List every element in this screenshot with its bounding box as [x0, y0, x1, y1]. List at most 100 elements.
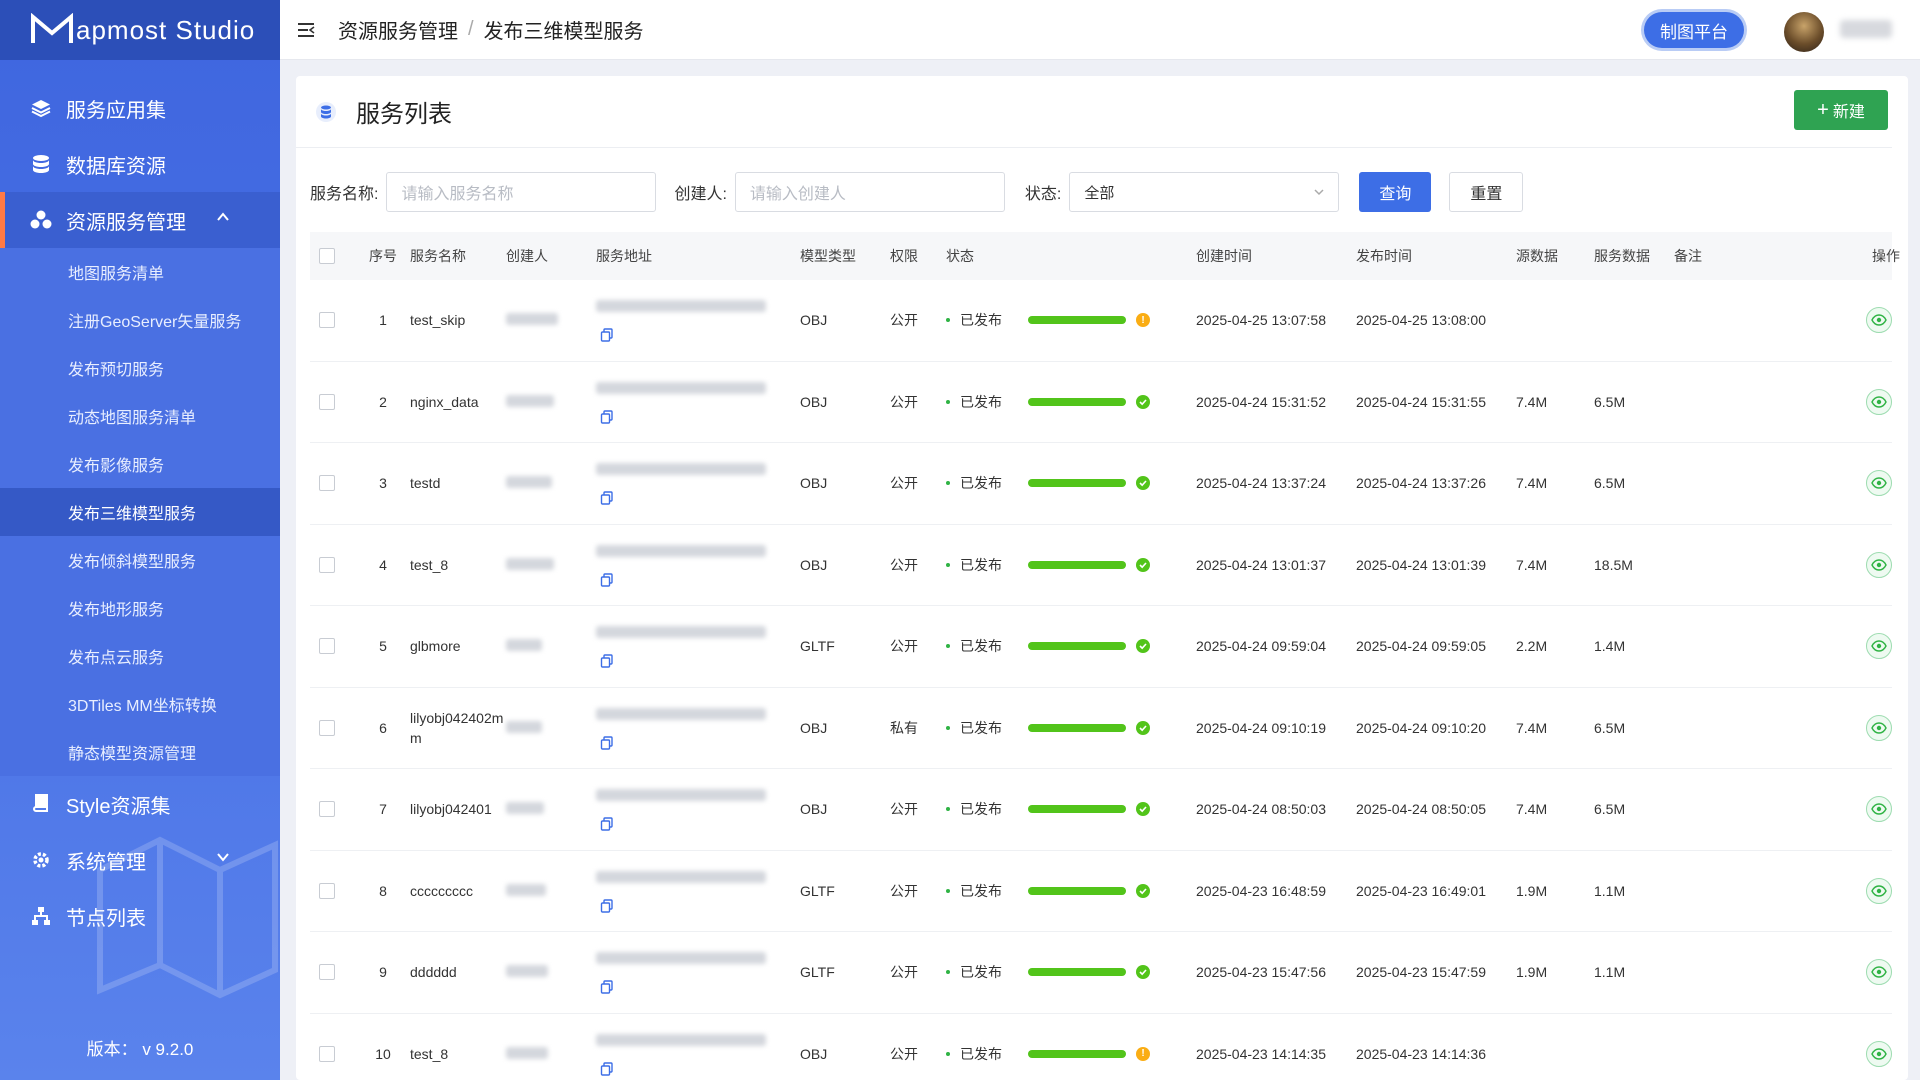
row-checkbox[interactable]: [319, 719, 335, 736]
service-name-label: 服务名称:: [310, 186, 379, 203]
sidebar-subitem[interactable]: 发布倾斜模型服务: [0, 536, 280, 584]
row-checkbox[interactable]: [319, 393, 335, 410]
row-checkbox[interactable]: [319, 312, 335, 329]
col-header-status: 状态: [946, 248, 974, 264]
row-checkbox[interactable]: [319, 882, 335, 899]
table-row[interactable]: 5 glbmore GLTF 公开 已发布 2025-04-24 09:59:0…: [310, 606, 1892, 688]
sidebar-subitem[interactable]: 注册GeoServer矢量服务: [0, 296, 280, 344]
sidebar-subitem[interactable]: 3DTiles MM坐标转换: [0, 680, 280, 728]
sidebar-item-service-apps[interactable]: 服务应用集: [0, 80, 280, 136]
sidebar-subitem[interactable]: 发布影像服务: [0, 440, 280, 488]
copy-icon[interactable]: [600, 736, 614, 750]
view-button[interactable]: [1866, 714, 1892, 741]
sitemap-icon: [30, 905, 52, 927]
cell-name: nginx_data: [410, 393, 479, 410]
row-checkbox[interactable]: [319, 475, 335, 492]
query-button[interactable]: 查询: [1359, 172, 1432, 212]
cell-source-data: 7.4M: [1516, 801, 1548, 818]
sidebar-subitem-active[interactable]: 发布三维模型服务: [0, 488, 280, 536]
view-button[interactable]: [1866, 551, 1892, 578]
reset-button[interactable]: 重置: [1449, 172, 1524, 212]
cell-name: test_8: [410, 556, 449, 573]
row-checkbox[interactable]: [319, 964, 335, 981]
row-checkbox[interactable]: [319, 1045, 335, 1062]
status-select[interactable]: 全部: [1069, 172, 1340, 212]
col-header-type: 模型类型: [800, 248, 856, 264]
book-icon: [30, 793, 52, 815]
copy-icon[interactable]: [600, 654, 614, 668]
service-name-input[interactable]: 请输入服务名称: [386, 172, 657, 212]
cell-creator: [506, 394, 596, 410]
table-row[interactable]: 2 nginx_data OBJ 公开 已发布 2025-04-24 15:31…: [310, 362, 1892, 443]
table-row[interactable]: 3 testd OBJ 公开 已发布 2025-04-24 13:37:24 2…: [310, 443, 1892, 525]
menu-fold-icon[interactable]: [296, 20, 316, 40]
cell-published-time: 2025-04-24 09:59:05: [1356, 638, 1486, 655]
sidebar-subitem[interactable]: 发布地形服务: [0, 584, 280, 632]
eye-icon: [1871, 722, 1887, 734]
eye-icon: [1871, 1048, 1887, 1060]
copy-icon[interactable]: [600, 899, 614, 913]
copy-icon[interactable]: [600, 328, 614, 342]
cell-progress: [1028, 802, 1196, 817]
copy-icon[interactable]: [600, 1062, 614, 1076]
sidebar-subitem[interactable]: 动态地图服务清单: [0, 392, 280, 440]
cell-status: 已发布: [946, 1044, 1028, 1064]
row-checkbox[interactable]: [319, 556, 335, 573]
cell-service-data: 6.5M: [1594, 719, 1626, 736]
copy-icon[interactable]: [600, 491, 614, 505]
view-button[interactable]: [1866, 796, 1892, 823]
progress-bar: [1028, 723, 1126, 732]
table-row[interactable]: 8 ccccccccc GLTF 公开 已发布 2025-04-23 16:48…: [310, 851, 1892, 932]
copy-icon[interactable]: [600, 410, 614, 424]
sidebar-subitem[interactable]: 发布预切服务: [0, 344, 280, 392]
view-button[interactable]: [1866, 633, 1892, 660]
username-blurred[interactable]: [1840, 20, 1892, 38]
copy-icon[interactable]: [600, 573, 614, 587]
table-row[interactable]: 10 test_8 OBJ 公开 已发布 ! 2025-04-23 14:14:…: [310, 1014, 1892, 1080]
copy-icon[interactable]: [600, 817, 614, 831]
creator-blurred: [506, 313, 558, 326]
creator-blurred: [506, 476, 552, 489]
table-row[interactable]: 6 lilyobj042402mm OBJ 私有 已发布 2025-04-24 …: [310, 688, 1892, 769]
status-dot-icon: [946, 644, 950, 649]
sidebar-subitem[interactable]: 静态模型资源管理: [0, 728, 280, 776]
col-header-published: 发布时间: [1356, 248, 1412, 264]
cell-permission: 公开: [890, 556, 918, 573]
row-checkbox[interactable]: [319, 801, 335, 818]
avatar[interactable]: [1784, 12, 1824, 52]
new-service-button[interactable]: + 新建: [1794, 90, 1888, 130]
cell-actions: [1774, 551, 1908, 578]
col-header-service-data: 服务数据: [1594, 248, 1650, 264]
sidebar-subitem[interactable]: 发布点云服务: [0, 632, 280, 680]
select-all-checkbox[interactable]: [319, 248, 335, 264]
creator-input[interactable]: 请输入创建人: [734, 172, 1005, 212]
map-platform-button[interactable]: 制图平台: [1644, 12, 1744, 48]
cell-address: [596, 372, 800, 432]
check-circle-icon: [1136, 720, 1150, 735]
view-button[interactable]: [1866, 470, 1892, 497]
row-checkbox[interactable]: [319, 638, 335, 655]
table-row[interactable]: 7 lilyobj042401 OBJ 公开 已发布 2025-04-24 08…: [310, 769, 1892, 851]
sidebar-item-resource-services[interactable]: 资源服务管理: [0, 192, 280, 248]
cell-source-data: 1.9M: [1516, 882, 1548, 899]
view-button[interactable]: [1866, 1040, 1892, 1067]
breadcrumb-item[interactable]: 资源服务管理: [338, 15, 458, 44]
cell-permission: 公开: [890, 1045, 918, 1062]
table-row[interactable]: 9 dddddd GLTF 公开 已发布 2025-04-23 15:47:56…: [310, 932, 1892, 1014]
view-button[interactable]: [1866, 307, 1892, 334]
status-text: 已发布: [960, 719, 1002, 736]
view-button[interactable]: [1866, 877, 1892, 904]
table-row[interactable]: 4 test_8 OBJ 公开 已发布 2025-04-24 13:01:37 …: [310, 525, 1892, 606]
row-select-cell: [310, 882, 358, 899]
sidebar-subitem[interactable]: 地图服务清单: [0, 248, 280, 296]
cell-type: OBJ: [800, 719, 828, 736]
cell-type: GLTF: [800, 638, 835, 655]
app-logo[interactable]: apmost Studio: [0, 0, 280, 60]
view-button[interactable]: [1866, 388, 1892, 415]
sidebar-item-database[interactable]: 数据库资源: [0, 136, 280, 192]
cell-actions: [1774, 796, 1908, 823]
copy-icon[interactable]: [600, 980, 614, 994]
sidebar-item-style[interactable]: Style资源集: [0, 776, 280, 832]
view-button[interactable]: [1866, 959, 1892, 986]
table-row[interactable]: 1 test_skip OBJ 公开 已发布 ! 2025-04-25 13:0…: [310, 280, 1892, 362]
